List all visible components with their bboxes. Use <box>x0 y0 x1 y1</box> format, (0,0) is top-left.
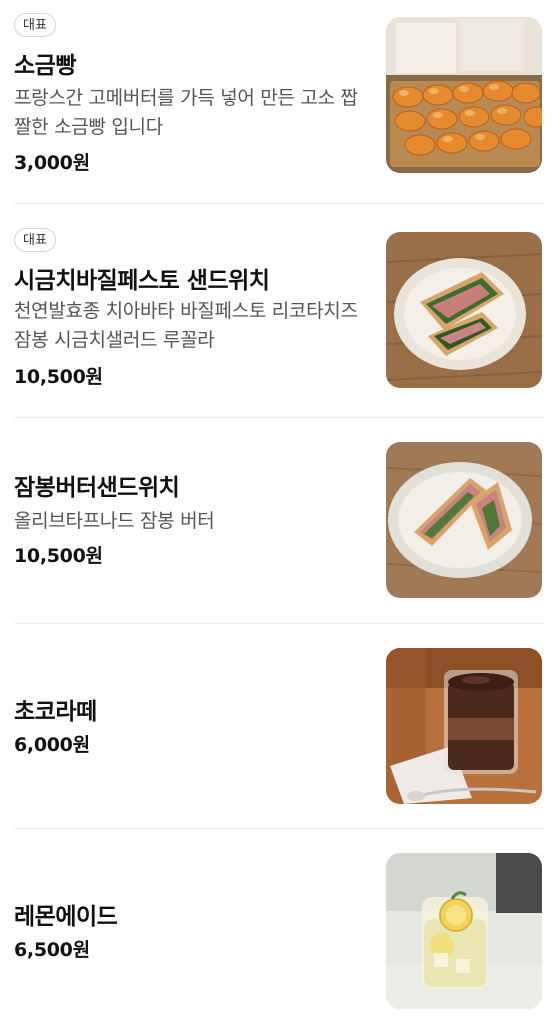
choco-latte-photo[interactable] <box>386 648 542 804</box>
menu-list: 대표 소금빵 프랑스간 고메버터를 가득 넣어 만든 고소 짭짤한 소금빵 입니… <box>0 0 558 1028</box>
menu-item-name: 잠봉버터샌드위치 <box>14 475 180 501</box>
menu-item-description: 프랑스간 고메버터를 가득 넣어 만든 고소 짭짤한 소금빵 입니다 <box>14 87 358 138</box>
menu-item-name: 시금치바질페스토 샌드위치 <box>14 268 270 294</box>
menu-item-choco-latte[interactable]: 초코라떼 6,000원 <box>0 624 558 829</box>
menu-item-description: 올리브타프나드 잠봉 버터 <box>14 510 215 532</box>
menu-item-name: 레몬에이드 <box>14 904 118 930</box>
menu-item-spinach-basil-sandwich[interactable]: 대표 시금치바질페스토 샌드위치 천연발효종 치아바타 바질페스토 리코타치즈 … <box>0 204 558 417</box>
spinach-basil-sandwich-photo[interactable] <box>386 232 542 388</box>
menu-item-name: 소금빵 <box>14 53 76 79</box>
lemonade-photo[interactable] <box>386 853 542 1009</box>
signature-badge: 대표 <box>14 228 56 252</box>
signature-badge: 대표 <box>14 13 56 37</box>
menu-item-lemonade[interactable]: 레몬에이드 6,500원 <box>0 829 558 1028</box>
menu-item-price: 3,000원 <box>14 152 90 174</box>
menu-item-price: 10,500원 <box>14 366 103 388</box>
menu-item-salt-bread[interactable]: 대표 소금빵 프랑스간 고메버터를 가득 넣어 만든 고소 짭짤한 소금빵 입니… <box>0 0 558 203</box>
menu-item-price: 6,000원 <box>14 734 90 756</box>
salt-bread-photo[interactable] <box>386 17 542 173</box>
menu-item-price: 10,500원 <box>14 545 103 567</box>
jambon-butter-sandwich-photo[interactable] <box>386 442 542 598</box>
menu-item-name: 초코라떼 <box>14 699 97 725</box>
menu-item-price: 6,500원 <box>14 939 90 961</box>
menu-item-jambon-butter-sandwich[interactable]: 잠봉버터샌드위치 올리브타프나드 잠봉 버터 10,500원 <box>0 418 558 623</box>
menu-item-description: 천연발효종 치아바타 바질페스토 리코타치즈 잠봉 시금치샐러드 루꼴라 <box>14 300 358 351</box>
